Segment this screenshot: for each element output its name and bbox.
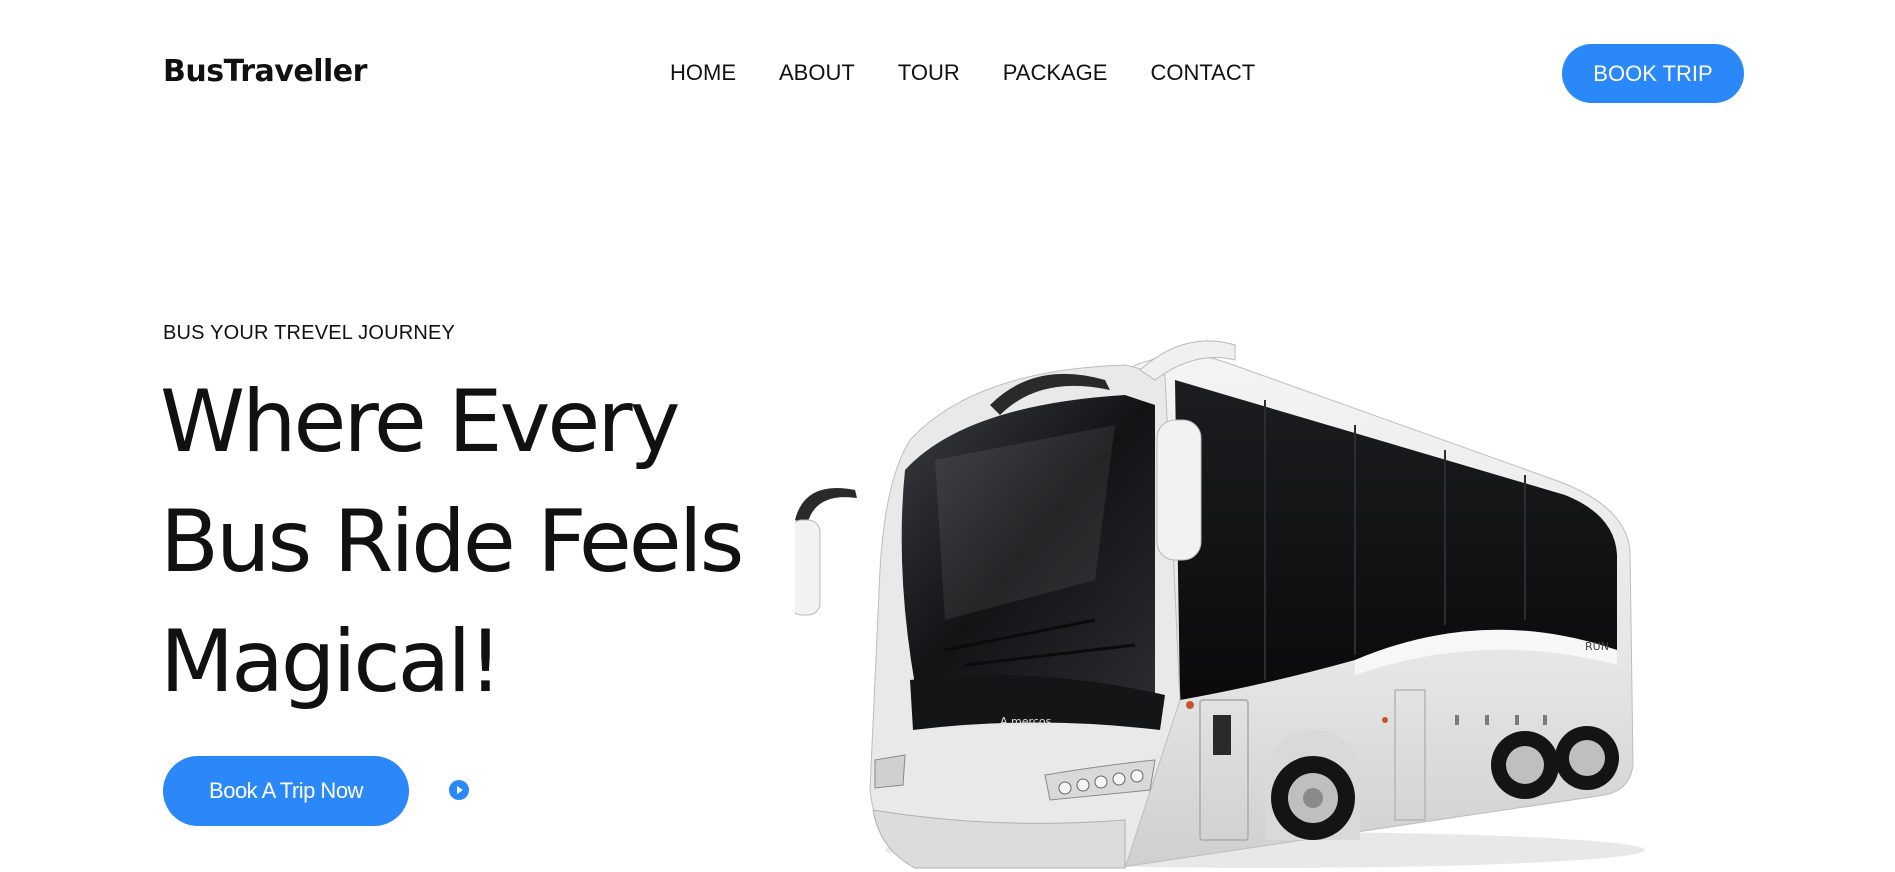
hero-eyebrow: BUS YOUR TREVEL JOURNEY: [163, 322, 456, 344]
play-icon[interactable]: [449, 780, 469, 800]
main-nav: HOME ABOUT TOUR PACKAGE CONTACT: [670, 60, 1298, 86]
bus-brand-text: A mercos: [1000, 715, 1052, 728]
bus-image: A mercos RUN: [789, 320, 1645, 872]
hero-headline: Where Every Bus Ride Feels Magical!: [160, 362, 800, 722]
nav-tour[interactable]: TOUR: [898, 60, 960, 86]
headline-line-1: Where Every: [160, 372, 681, 472]
headline-line-2: Bus Ride Feels: [160, 492, 744, 592]
book-a-trip-now-button[interactable]: Book A Trip Now: [163, 756, 409, 826]
nav-package[interactable]: PACKAGE: [1003, 60, 1108, 86]
site-logo[interactable]: BusTraveller: [163, 54, 367, 89]
book-trip-button[interactable]: BOOK TRIP: [1562, 44, 1744, 103]
nav-contact[interactable]: CONTACT: [1150, 60, 1255, 86]
nav-about[interactable]: ABOUT: [779, 60, 855, 86]
bus-side-text: RUN: [1585, 640, 1609, 653]
site-header: BusTraveller HOME ABOUT TOUR PACKAGE CON…: [0, 0, 1895, 150]
nav-home[interactable]: HOME: [670, 60, 736, 86]
headline-line-3: Magical!: [160, 612, 503, 712]
